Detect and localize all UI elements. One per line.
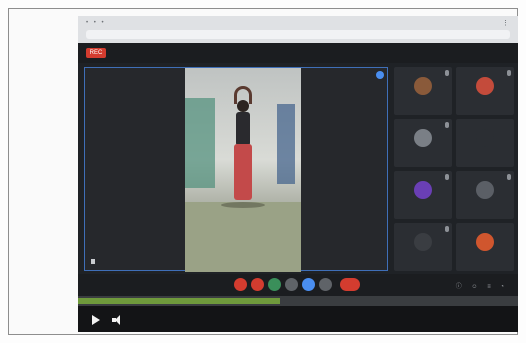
participant-tile[interactable] bbox=[394, 67, 452, 115]
participant-tile[interactable] bbox=[394, 171, 452, 219]
seek-bar[interactable] bbox=[78, 296, 518, 306]
background-curtain bbox=[185, 98, 215, 188]
mic-off-icon bbox=[445, 174, 449, 180]
participant-tile[interactable] bbox=[456, 171, 514, 219]
avatar bbox=[476, 233, 494, 251]
mic-off-icon bbox=[507, 70, 511, 76]
avatar bbox=[414, 77, 432, 95]
leave-call-button[interactable] bbox=[340, 278, 360, 291]
presenter-head bbox=[237, 100, 249, 112]
presenter-body bbox=[236, 112, 250, 146]
meeting-controls-bar: ⓘ ☺ ≡ ◔ bbox=[78, 274, 518, 296]
participant-tile[interactable] bbox=[456, 119, 514, 167]
browser-tab-strip[interactable]: • • • bbox=[86, 20, 106, 26]
speaking-indicator-icon bbox=[376, 71, 384, 79]
volume-icon-cone bbox=[115, 315, 120, 325]
more-options-button[interactable] bbox=[319, 278, 332, 291]
captions-button[interactable] bbox=[268, 278, 281, 291]
presenter-legs bbox=[234, 144, 252, 200]
avatar bbox=[414, 181, 432, 199]
address-bar[interactable] bbox=[86, 30, 510, 39]
video-player-bar bbox=[78, 296, 518, 332]
pin-icon[interactable] bbox=[91, 259, 95, 265]
recording-badge: REC bbox=[86, 48, 106, 58]
side-panel-icons[interactable]: ⓘ ☺ ≡ ◔ bbox=[456, 281, 508, 290]
presenter-video bbox=[185, 68, 301, 272]
mic-off-icon bbox=[445, 226, 449, 232]
mic-button[interactable] bbox=[234, 278, 247, 291]
avatar bbox=[476, 129, 494, 147]
volume-icon[interactable] bbox=[112, 315, 124, 325]
floor bbox=[185, 202, 301, 272]
mic-off-icon bbox=[507, 174, 511, 180]
screenshot: • • • ⋮ REC ⓘ ☺ ≡ ◔ bbox=[78, 16, 518, 332]
present-button[interactable] bbox=[302, 278, 315, 291]
meeting-header: REC bbox=[78, 43, 518, 63]
participant-tile[interactable] bbox=[456, 223, 514, 271]
presenter-name-label bbox=[91, 259, 97, 265]
browser-menu-icon[interactable]: ⋮ bbox=[502, 19, 512, 27]
browser-toolbar: • • • ⋮ bbox=[78, 16, 518, 43]
participant-tile[interactable] bbox=[394, 223, 452, 271]
avatar bbox=[476, 181, 494, 199]
participant-tile[interactable] bbox=[394, 119, 452, 167]
avatar bbox=[476, 77, 494, 95]
participant-tile[interactable] bbox=[456, 67, 514, 115]
raise-hand-button[interactable] bbox=[285, 278, 298, 291]
avatar bbox=[414, 233, 432, 251]
main-video-stage[interactable] bbox=[84, 67, 388, 272]
play-icon[interactable] bbox=[92, 315, 100, 325]
camera-button[interactable] bbox=[251, 278, 264, 291]
background-door bbox=[277, 104, 295, 184]
mic-off-icon bbox=[445, 122, 449, 128]
page: • • • ⋮ REC ⓘ ☺ ≡ ◔ bbox=[0, 0, 526, 343]
avatar bbox=[414, 129, 432, 147]
seek-progress bbox=[78, 298, 281, 304]
participant-grid bbox=[394, 67, 514, 271]
mic-off-icon bbox=[445, 70, 449, 76]
presenter-shadow bbox=[221, 202, 265, 208]
